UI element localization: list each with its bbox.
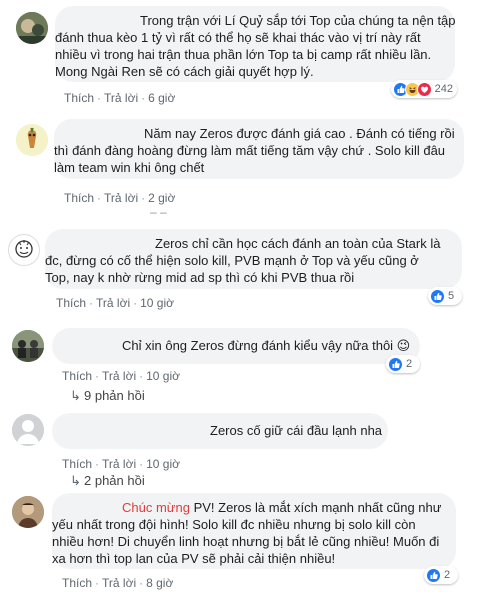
highlight-text: Chúc mừng: [122, 500, 190, 515]
reply-link[interactable]: Trả lời: [102, 457, 136, 471]
love-icon: [416, 81, 432, 97]
view-replies-link[interactable]: ↳ 9 phản hồi: [70, 388, 145, 404]
comment-text: PV! Zeros là mắt xích mạnh nhất cũng như: [189, 500, 442, 515]
comment-text: Chỉ xin ông Zeros đừng đánh kiểu vậy nữa…: [122, 338, 411, 353]
comment-bubble: Zeros chỉ cần học cách đánh an toàn của …: [45, 229, 462, 289]
comment-actions: Thích · Trả lời · 10 giờ: [56, 296, 174, 310]
comment-bubble: Năm nay Zeros được đánh giá cao . Đánh c…: [54, 119, 464, 179]
like-icon: [430, 288, 445, 304]
like-link[interactable]: Thích: [64, 91, 94, 105]
reaction-summary[interactable]: 242: [391, 80, 457, 98]
comment-bubble: Chúc mừng PV! Zeros là mắt xích mạnh nhấ…: [52, 493, 456, 569]
like-link[interactable]: Thích: [62, 576, 92, 590]
comment-text: Top, nay k nhờ rừng mid ad sp thì có khi…: [45, 270, 355, 285]
reaction-summary[interactable]: 2: [386, 355, 420, 373]
reply-link[interactable]: Trả lời: [96, 296, 130, 310]
more-options-icon[interactable]: – –: [150, 205, 167, 219]
like-link[interactable]: Thích: [62, 369, 92, 383]
comment-text: đc, đừng có cố thể hiện solo kill, PVB m…: [45, 253, 419, 268]
comment-text: Năm nay Zeros được đánh giá cao . Đánh c…: [144, 126, 455, 141]
avatar[interactable]: [8, 234, 40, 266]
avatar[interactable]: [12, 330, 44, 362]
timestamp[interactable]: 8 giờ: [146, 576, 173, 590]
comment-actions: Thích · Trả lời · 10 giờ: [62, 457, 180, 471]
comment-4: Chỉ xin ông Zeros đừng đánh kiểu vậy nữa…: [0, 322, 489, 404]
like-link[interactable]: Thích: [64, 191, 94, 205]
comment-actions: Thích · Trả lời · 2 giờ: [64, 191, 176, 205]
timestamp[interactable]: 10 giờ: [146, 369, 180, 383]
avatar[interactable]: [12, 496, 44, 528]
comment-actions: Thích · Trả lời · 8 giờ: [62, 576, 174, 590]
comment-bubble: Trong trận với Lí Quỷ sắp tới Top của ch…: [55, 6, 456, 82]
comment-text: nhiều vì trong hai trận thua phần lớn To…: [55, 47, 432, 62]
replies-count: 2 phản hồi: [84, 473, 145, 488]
reaction-count: 242: [434, 83, 453, 95]
comment-text: xa hơn thì top lan của PV sẽ phải cải th…: [52, 551, 336, 566]
comment-bubble: Chỉ xin ông Zeros đừng đánh kiểu vậy nữa…: [52, 328, 420, 364]
comment-text: Mong Ngài Ren sẽ có cách giải quyết hợp …: [55, 64, 314, 79]
comment-2: Năm nay Zeros được đánh giá cao . Đánh c…: [0, 113, 489, 219]
comment-actions: Thích · Trả lời · 10 giờ: [62, 369, 180, 383]
timestamp[interactable]: 6 giờ: [148, 91, 175, 105]
reaction-summary[interactable]: 5: [428, 287, 462, 305]
reaction-summary[interactable]: 2: [424, 566, 458, 584]
like-link[interactable]: Thích: [62, 457, 92, 471]
comment-1: Trong trận với Lí Quỷ sắp tới Top của ch…: [0, 0, 489, 113]
like-icon: [388, 356, 403, 372]
timestamp[interactable]: 10 giờ: [140, 296, 174, 310]
comment-text: đánh thua kèo 1 tỷ vì rất có thể họ sẽ k…: [55, 30, 421, 45]
replies-count: 9 phản hồi: [84, 388, 145, 403]
comment-actions: Thích · Trả lời · 6 giờ: [64, 91, 176, 105]
comment-6: Chúc mừng PV! Zeros là mắt xích mạnh nhấ…: [0, 491, 489, 604]
reaction-count: 2: [444, 569, 451, 581]
avatar[interactable]: [16, 12, 48, 44]
comment-text-line: Chúc mừng PV! Zeros là mắt xích mạnh nhấ…: [122, 499, 446, 516]
comment-5: Zeros cố giữ cái đầu lạnh nha Thích · Trả …: [0, 406, 489, 491]
comment-text: Zeros chỉ cần học cách đánh an toàn của …: [155, 236, 441, 251]
view-replies-link[interactable]: ↳ 2 phản hồi: [70, 473, 145, 489]
reply-arrow-icon: ↳: [70, 473, 81, 488]
reply-link[interactable]: Trả lời: [104, 91, 138, 105]
timestamp[interactable]: 10 giờ: [146, 457, 180, 471]
like-icon: [426, 567, 441, 583]
comment-text: làm team win khi ông chết: [54, 160, 205, 175]
comment-text: yếu nhất trong đội hình! Solo kill đc nh…: [52, 517, 416, 532]
comment-text: thì đánh đàng hoàng đừng làm mất tiếng t…: [54, 143, 446, 158]
comment-3: Zeros chỉ cần học cách đánh an toàn của …: [0, 224, 489, 320]
reaction-count: 5: [448, 290, 455, 302]
reply-link[interactable]: Trả lời: [104, 191, 138, 205]
reply-link[interactable]: Trả lời: [102, 369, 136, 383]
comment-text: nhiều hơn! Di chuyển linh hoạt nhưng bị …: [52, 534, 440, 549]
comment-bubble: Zeros cố giữ cái đầu lạnh nha: [52, 413, 388, 449]
comment-text: Zeros cố giữ cái đầu lạnh nha: [210, 423, 383, 438]
reply-arrow-icon: ↳: [70, 388, 81, 403]
timestamp[interactable]: 2 giờ: [148, 191, 175, 205]
avatar[interactable]: [16, 124, 48, 156]
like-link[interactable]: Thích: [56, 296, 86, 310]
reply-link[interactable]: Trả lời: [102, 576, 136, 590]
comment-text: Trong trận với Lí Quỷ sắp tới Top của ch…: [140, 13, 456, 28]
reaction-count: 2: [406, 358, 413, 370]
avatar[interactable]: [12, 414, 44, 446]
